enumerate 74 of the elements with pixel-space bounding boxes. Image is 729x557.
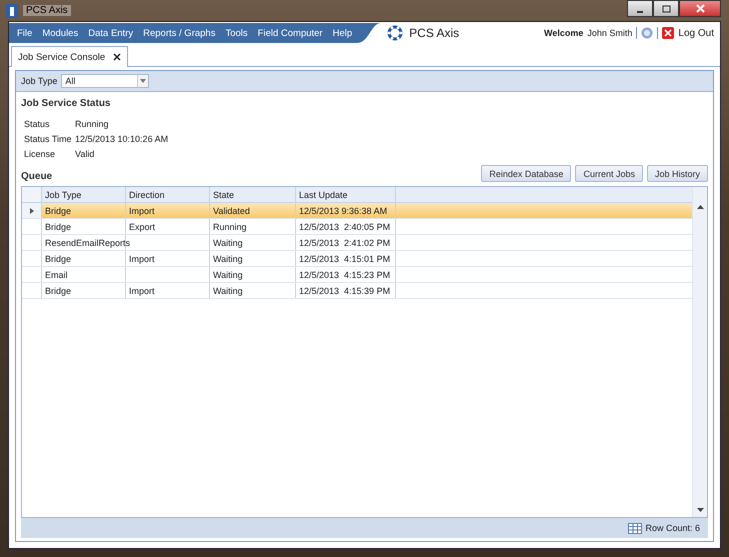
menu-item[interactable]: Reports / Graphs — [138, 28, 220, 38]
user-name: John Smith — [587, 28, 632, 38]
column-header[interactable]: Job Type — [42, 187, 126, 202]
table-cell: Waiting — [210, 235, 296, 250]
table-cell: Bridge — [42, 283, 126, 298]
close-icon — [696, 4, 704, 13]
table-row[interactable]: Bridge Export Running 12/5/2013 2:40:05 PM — [22, 219, 692, 235]
welcome-label: Welcome — [544, 28, 584, 38]
table-cell: 12/5/2013 2:41:02 PM — [296, 235, 396, 250]
table-row[interactable]: Bridge Import Waiting 12/5/2013 4:15:39 PM — [22, 283, 692, 299]
table-row[interactable]: Email Waiting 12/5/2013 4:15:23 PM — [22, 267, 692, 283]
table-row[interactable]: Bridge Import Validated 12/5/2013 9:36:38 AM — [22, 203, 692, 219]
table-cell: Bridge — [42, 251, 126, 266]
action-button[interactable]: Reindex Database — [481, 165, 572, 182]
menu-item[interactable]: Tools — [220, 28, 253, 38]
menu-item[interactable]: Data Entry — [83, 28, 138, 38]
window-title: PCS Axis — [23, 5, 71, 16]
table-row[interactable]: ResendEmailReports Waiting 12/5/2013 2:41:02 PM — [22, 235, 692, 251]
field-value: 12/5/2013 10:10:26 AM — [75, 134, 170, 144]
table-cell: Waiting — [210, 251, 296, 266]
table-cell: Import — [126, 283, 210, 298]
caret-icon — [140, 79, 146, 83]
menu-item[interactable]: Modules — [37, 28, 84, 38]
scroll-bar[interactable] — [692, 187, 707, 517]
table-cell: Export — [126, 219, 210, 234]
field-label: License — [24, 149, 56, 159]
table-cell: 12/5/2013 9:36:38 AM — [296, 203, 396, 218]
ring-logo-icon — [387, 25, 404, 41]
row-count: Row Count: 6 — [645, 523, 700, 533]
field-value: Running — [75, 119, 110, 129]
table-cell: Email — [42, 267, 126, 282]
field-label: Status — [24, 119, 51, 129]
table-cell: 12/5/2013 4:15:23 PM — [296, 267, 396, 282]
table-cell: 12/5/2013 2:40:05 PM — [296, 219, 396, 234]
table-cell: 12/5/2013 4:15:39 PM — [296, 283, 396, 298]
action-button[interactable]: Job History — [646, 165, 708, 182]
menu-item[interactable]: Field Computer — [252, 28, 328, 38]
queue-title: Queue — [21, 171, 52, 182]
close-button[interactable] — [679, 0, 721, 17]
close-icon[interactable] — [113, 53, 122, 61]
table-cell: Bridge — [42, 203, 126, 218]
table-row[interactable]: Bridge Import Waiting 12/5/2013 4:15:01 PM — [22, 251, 692, 267]
column-header[interactable]: Last Update — [296, 187, 396, 202]
table-cell: Validated — [210, 203, 296, 218]
scroll-down-icon[interactable] — [696, 508, 704, 512]
menu-item[interactable]: Help — [328, 28, 358, 38]
console-tab[interactable]: Job Service Console — [11, 46, 128, 67]
job-type-label: Job Type — [21, 76, 58, 86]
menu-item[interactable]: File — [12, 28, 38, 38]
minimize-button[interactable] — [627, 0, 653, 17]
maximize-icon — [662, 4, 670, 12]
table-cell: Waiting — [210, 283, 296, 298]
column-header[interactable]: Direction — [126, 187, 210, 202]
table-cell: 12/5/2013 4:15:01 PM — [296, 251, 396, 266]
table-cell: Waiting — [210, 267, 296, 282]
table-icon — [628, 522, 642, 534]
table-cell: Import — [126, 251, 210, 266]
field-label: Status Time — [24, 134, 72, 144]
brand-name: PCS Axis — [409, 26, 460, 40]
logout-icon[interactable] — [662, 27, 674, 39]
app-icon — [6, 4, 18, 18]
column-header[interactable]: State — [210, 187, 296, 202]
scroll-up-icon[interactable] — [696, 205, 704, 209]
table-cell: Import — [126, 203, 210, 218]
minimize-icon — [637, 10, 643, 12]
row-pointer-icon — [30, 208, 34, 214]
maximize-button[interactable] — [653, 0, 679, 17]
action-button[interactable]: Current Jobs — [575, 165, 643, 182]
logout-link[interactable]: Log Out — [678, 28, 714, 38]
job-type-dropdown[interactable]: All — [61, 74, 150, 88]
table-cell: Bridge — [42, 219, 126, 234]
field-value: Valid — [75, 149, 96, 159]
table-cell: Running — [210, 219, 296, 234]
section-title: Job Service Status — [21, 98, 112, 109]
